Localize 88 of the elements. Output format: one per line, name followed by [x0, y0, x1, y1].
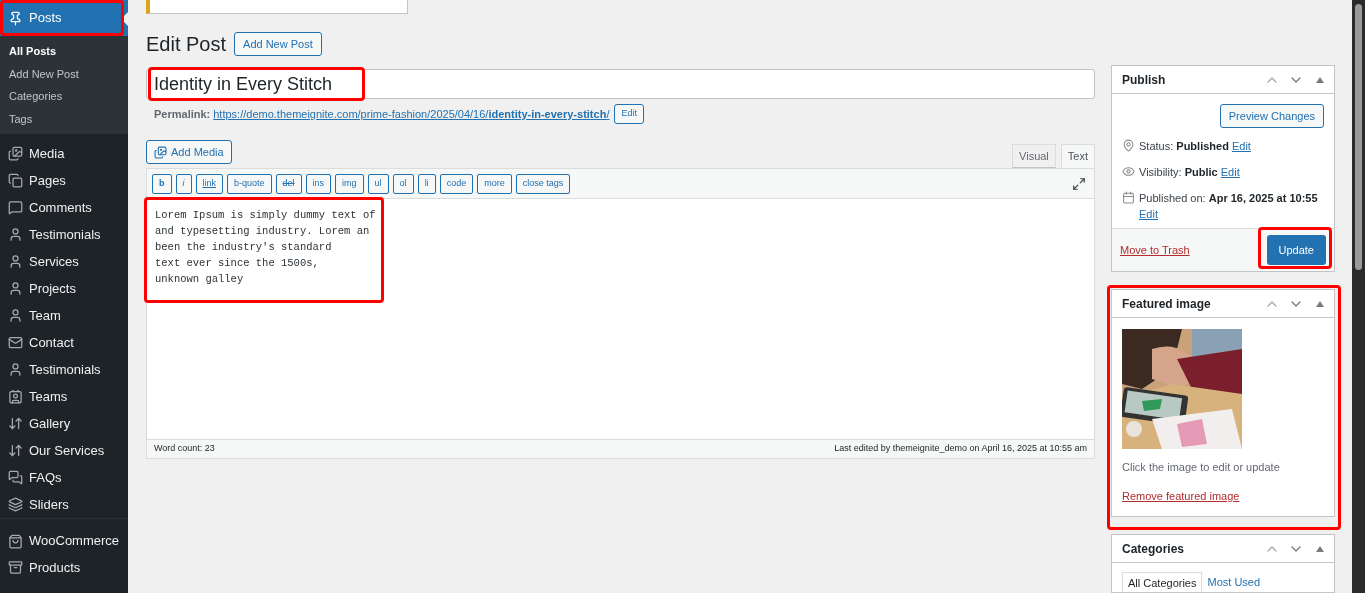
title-field[interactable]: Identity in Every Stitch — [146, 69, 1095, 99]
arrows-icon — [8, 443, 23, 458]
sidebar-item[interactable]: Team — [0, 302, 128, 329]
quicktag-button[interactable]: more — [477, 173, 512, 194]
quicktag-button[interactable]: i — [175, 173, 192, 194]
person-icon — [8, 227, 23, 242]
person-icon — [8, 362, 23, 377]
current-arrow-icon — [121, 12, 128, 26]
editor-tab[interactable]: Visual — [1012, 144, 1056, 168]
edit-link[interactable]: Edit — [1231, 140, 1251, 152]
update-button[interactable]: Update — [1266, 235, 1326, 265]
quicktag-button[interactable]: link — [195, 173, 223, 194]
quicktag-button[interactable]: ul — [367, 173, 389, 194]
category-tab[interactable]: All Categories — [1122, 572, 1203, 592]
sidebar-item[interactable]: Testimonials — [0, 221, 128, 248]
edit-link[interactable]: Edit — [1220, 166, 1240, 178]
speech-bubble-icon — [8, 200, 23, 215]
person-icon — [8, 308, 23, 323]
submenu-item[interactable]: Add New Post — [0, 62, 128, 85]
layers-icon — [8, 497, 23, 512]
add-media-button[interactable]: Add Media — [146, 140, 232, 164]
images-icon — [8, 146, 23, 161]
submenu-item[interactable]: All Posts — [0, 40, 128, 63]
sidebar-item[interactable]: Projects — [0, 275, 128, 302]
text-editor[interactable]: Lorem Ipsum is simply dummy text of and typesetting industry. Lorem an been the industry's standard text ever since the 1500s, unknown galley — [147, 199, 1094, 439]
quicktag-button[interactable]: code — [439, 173, 474, 194]
arrows-icon — [8, 416, 23, 431]
last-edited-note: Last edited by themeignite_demo on April 16, 2025 at 10:55 am — [834, 442, 1087, 456]
publish-info: Visibility: Public Edit — [1139, 165, 1240, 180]
quicktag-button[interactable]: b — [152, 173, 172, 194]
permalink-link[interactable]: https://demo.themeignite.com/prime-fashion/2025/04/16/identity-in-every-stitch/ — [213, 105, 610, 123]
envelope-icon — [8, 335, 23, 350]
add-new-post-button[interactable]: Add New Post — [234, 32, 322, 56]
publish-info: Published on: Apr 16, 2025 at 10:55 Edit — [1139, 191, 1319, 222]
person-icon — [8, 281, 23, 296]
page-heading: Edit Post — [146, 32, 227, 57]
fullscreen-icon[interactable] — [1072, 176, 1086, 191]
sidebar-item[interactable]: Media — [0, 140, 128, 167]
box-title: Featured image — [1122, 295, 1212, 313]
edit-link[interactable]: Edit — [1139, 208, 1158, 220]
sidebar-item[interactable]: WooCommerce — [0, 518, 128, 554]
sidebar-item[interactable]: FAQs — [0, 464, 128, 491]
quicktag-button[interactable]: close tags — [515, 173, 571, 194]
pages-icon — [8, 173, 23, 188]
permalink-label: Permalink: — [154, 106, 211, 122]
sidebar-item[interactable]: Services — [0, 248, 128, 275]
quicktag-button[interactable]: b-quote — [227, 173, 272, 194]
editor-tab[interactable]: Text — [1060, 144, 1095, 168]
collapse-icon[interactable] — [1316, 545, 1324, 552]
contact-card-icon — [8, 389, 23, 404]
bag-icon — [8, 533, 23, 549]
archive-icon — [8, 560, 23, 575]
quicktag-button[interactable]: li — [417, 173, 436, 194]
eye-icon — [1122, 165, 1135, 178]
person-icon — [8, 254, 23, 269]
publish-info: Status: Published Edit — [1139, 139, 1251, 154]
speech-bubbles-icon — [8, 470, 23, 485]
pin-icon — [1122, 139, 1135, 152]
preview-changes-button[interactable]: Preview Changes — [1219, 104, 1324, 128]
sidebar-item[interactable]: Pages — [0, 167, 128, 194]
quicktag-button[interactable]: del — [275, 173, 302, 194]
word-count: Word count: 23 — [154, 442, 215, 456]
sidebar-item[interactable]: Our Services — [0, 437, 128, 464]
sidebar-item[interactable]: Gallery — [0, 410, 128, 437]
box-title: Publish — [1122, 71, 1167, 89]
submenu-item[interactable]: Tags — [0, 107, 128, 130]
sidebar-item[interactable]: Sliders — [0, 491, 128, 518]
edit-permalink-button[interactable]: Edit — [614, 104, 644, 124]
sidebar-item[interactable]: Testimonials — [0, 356, 128, 383]
pin-icon — [8, 10, 23, 26]
media-icon — [154, 145, 167, 159]
quicktag-button[interactable]: img — [335, 173, 364, 194]
category-tab[interactable]: Most Used — [1202, 572, 1266, 592]
calendar-icon — [1122, 191, 1135, 204]
box-title: Categories — [1122, 540, 1186, 558]
move-to-trash-link[interactable]: Move to Trash — [1120, 241, 1190, 259]
image-hint: Click the image to edit or update — [1122, 460, 1281, 475]
submenu-item[interactable]: Categories — [0, 85, 128, 108]
sidebar-item[interactable]: Comments — [0, 194, 128, 221]
sidebar-item[interactable]: Contact — [0, 329, 128, 356]
collapse-icon[interactable] — [1316, 76, 1324, 83]
quicktag-button[interactable]: ins — [305, 173, 332, 194]
sidebar-item[interactable]: Teams — [0, 383, 128, 410]
remove-image-link[interactable]: Remove featured image — [1122, 487, 1324, 504]
editor-text: Lorem Ipsum is simply dummy text of and typesetting industry. Lorem an been the industry's standard text ever since the 1500s, unknown galley — [155, 208, 376, 287]
collapse-icon[interactable] — [1316, 300, 1324, 307]
quicktag-button[interactable]: ol — [392, 173, 414, 194]
sidebar-item[interactable]: Products — [0, 554, 128, 581]
